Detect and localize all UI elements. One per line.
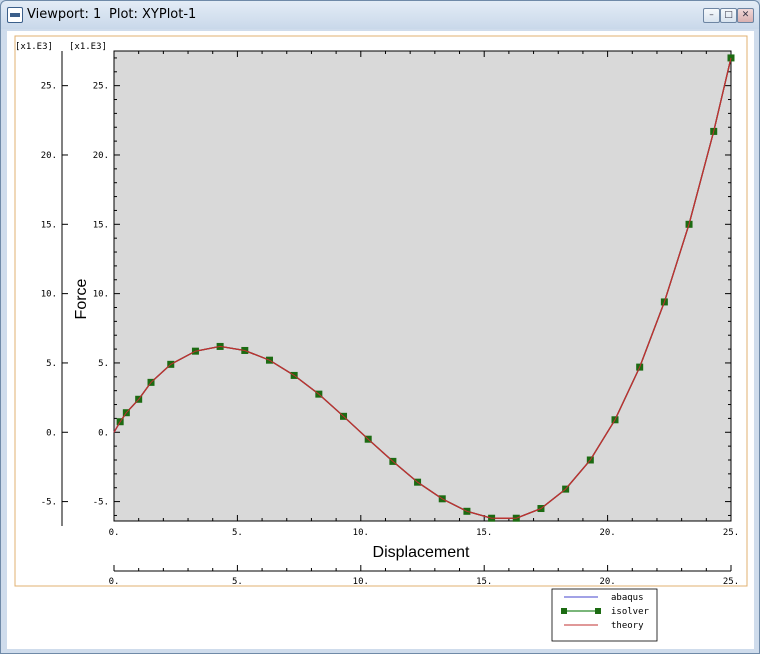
secondary-x-tick-label: 0.	[109, 577, 120, 587]
secondary-y-tick-label: 5.	[46, 359, 57, 369]
y-tick-label: 20.	[93, 151, 109, 161]
close-button[interactable]: ✕	[737, 8, 754, 23]
viewport-window-icon[interactable]	[7, 7, 23, 23]
y-axis-title: Force	[73, 278, 90, 319]
xy-plot: -5. -5. 0. 0. 5. 5. 10. 10. 15. 15. 20. 20. 25. 25. 0.…	[14, 35, 748, 642]
x-tick-label: 5.	[232, 528, 243, 538]
y-tick-label: -5.	[93, 498, 109, 508]
y-tick-label: 5.	[98, 359, 109, 369]
secondary-x-tick-label: 10.	[353, 577, 369, 587]
plot-title: Plot: XYPlot-1	[109, 7, 197, 22]
x-tick-label: 10.	[353, 528, 369, 538]
secondary-x-tick-label: 15.	[476, 577, 492, 587]
left-y-scale-label: [x1.E3]	[15, 42, 53, 52]
x-tick-label: 20.	[599, 528, 615, 538]
legend-label-abaqus: abaqus	[611, 593, 644, 603]
secondary-x-tick-label: 20.	[599, 577, 615, 587]
y-tick-label: 0.	[98, 428, 109, 438]
minimize-button[interactable]: –	[703, 8, 720, 23]
maximize-icon: □	[724, 10, 733, 20]
x-axis-title: Displacement	[373, 544, 470, 561]
legend-marker-isolver	[561, 608, 567, 614]
right-y-scale-label: [x1.E3]	[69, 42, 107, 52]
secondary-y-tick-label: 10.	[41, 290, 57, 300]
title-bar[interactable]: Viewport: 1 Plot: XYPlot-1 – □ ✕	[1, 1, 759, 29]
y-tick-label: 15.	[93, 220, 109, 230]
y-tick-label: 25.	[93, 82, 109, 92]
plot-background	[113, 50, 732, 522]
maximize-button[interactable]: □	[720, 8, 737, 23]
viewport-title: Viewport: 1	[27, 7, 102, 22]
secondary-x-tick-label: 5.	[232, 577, 243, 587]
viewport-window: Viewport: 1 Plot: XYPlot-1 – □ ✕ -5. -5. 0…	[0, 0, 760, 654]
legend-marker-isolver	[595, 608, 601, 614]
legend[interactable]: abaqus isolver theory	[551, 588, 658, 642]
secondary-y-tick-label: 15.	[41, 220, 57, 230]
minimize-icon: –	[709, 10, 714, 20]
secondary-y-tick-label: 20.	[41, 151, 57, 161]
legend-label-theory: theory	[611, 621, 644, 631]
x-tick-label: 25.	[723, 528, 739, 538]
legend-label-isolver: isolver	[611, 607, 650, 617]
secondary-y-tick-label: -5.	[41, 498, 57, 508]
secondary-x-tick-label: 25.	[723, 577, 739, 587]
x-tick-label: 0.	[109, 528, 120, 538]
secondary-y-tick-label: 0.	[46, 428, 57, 438]
secondary-y-tick-label: 25.	[41, 82, 57, 92]
x-tick-label: 15.	[476, 528, 492, 538]
plot-area: -5. -5. 0. 0. 5. 5. 10. 10. 15. 15. 20. 20. 25. 25. 0.…	[7, 31, 754, 649]
y-tick-label: 10.	[93, 290, 109, 300]
close-icon: ✕	[741, 10, 750, 20]
